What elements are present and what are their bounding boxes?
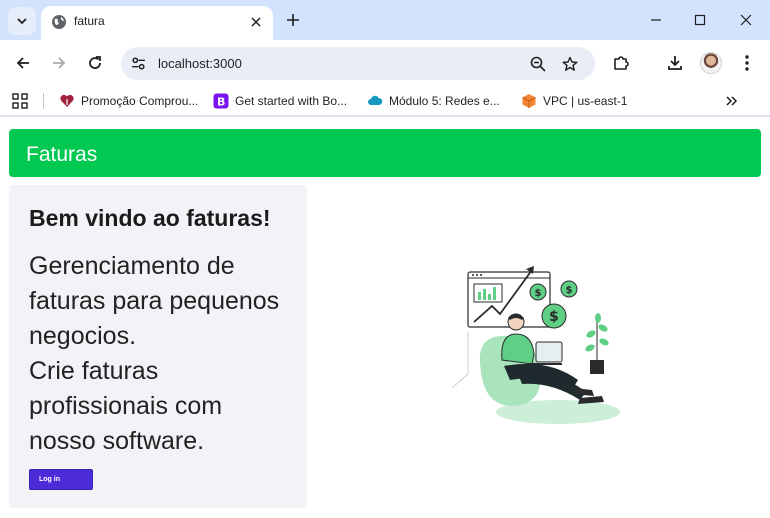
- apps-button[interactable]: [12, 92, 28, 110]
- svg-text:$: $: [535, 288, 542, 299]
- tab-close-button[interactable]: [247, 13, 265, 31]
- profile-avatar[interactable]: [700, 52, 722, 74]
- bookmark-item[interactable]: B Get started with Bo...: [213, 92, 347, 110]
- hero-illustration: $ $ $: [451, 266, 620, 424]
- bookmark-item[interactable]: VPC | us-east-1: [521, 92, 627, 110]
- url-text: localhost:3000: [158, 56, 242, 71]
- svg-text:B: B: [217, 96, 225, 109]
- site-info-icon: [132, 57, 145, 70]
- more-vertical-icon: [745, 55, 749, 71]
- svg-text:$: $: [549, 309, 559, 325]
- lead-line: profissionais com: [29, 392, 223, 420]
- plus-icon: [287, 14, 299, 26]
- heart-icon: [60, 94, 74, 107]
- zoom-out-icon: [530, 56, 546, 72]
- address-bar[interactable]: localhost:3000: [121, 47, 595, 80]
- bookmark-label: VPC | us-east-1: [543, 94, 628, 108]
- back-button[interactable]: [11, 51, 35, 75]
- login-button[interactable]: Log in: [29, 469, 93, 490]
- download-icon: [668, 56, 682, 70]
- chevron-down-icon: [17, 18, 27, 25]
- arrow-left-icon: [16, 57, 29, 69]
- arrow-right-icon: [53, 57, 66, 69]
- minimize-button[interactable]: [636, 5, 676, 35]
- browser-menu-button[interactable]: [735, 51, 759, 75]
- more-bookmarks-button[interactable]: [726, 92, 738, 110]
- reload-button[interactable]: [83, 51, 107, 75]
- aws-cube-icon: [522, 94, 536, 108]
- svg-text:$: $: [566, 285, 573, 296]
- chevron-double-right-icon: [726, 96, 738, 106]
- lead-line: faturas para pequenos: [29, 287, 280, 315]
- tab-title: fatura: [74, 14, 105, 28]
- forward-button[interactable]: [47, 51, 71, 75]
- downloads-button[interactable]: [663, 51, 687, 75]
- maximize-button[interactable]: [680, 5, 720, 35]
- bookmark-star-button[interactable]: [560, 54, 580, 74]
- puzzle-icon: [614, 56, 629, 70]
- browser-tab[interactable]: fatura: [41, 6, 273, 40]
- lead-line: Gerenciamento de: [29, 252, 235, 280]
- lead-line: nosso software.: [29, 427, 205, 455]
- bookmark-item[interactable]: Módulo 5: Redes e...: [367, 92, 500, 110]
- close-icon: [251, 17, 261, 27]
- bookmark-label: Módulo 5: Redes e...: [389, 94, 500, 108]
- bootstrap-icon: B: [213, 93, 229, 109]
- bookmark-item[interactable]: Promoção Comprou...: [59, 92, 198, 110]
- welcome-title: Bem vindo ao faturas!: [29, 205, 271, 231]
- app-navbar: Faturas: [9, 129, 761, 177]
- star-icon: [562, 56, 578, 71]
- tab-strip: fatura: [0, 0, 770, 40]
- bookmark-label: Get started with Bo...: [235, 94, 348, 108]
- globe-icon: [52, 15, 66, 29]
- tab-search-button[interactable]: [8, 7, 36, 35]
- bookmarks-bar: Promoção Comprou... B Get started with B…: [0, 86, 770, 116]
- maximize-icon: [694, 14, 706, 26]
- page-viewport: Faturas Bem vindo ao faturas! Gerenciame…: [0, 117, 770, 518]
- app-brand[interactable]: Faturas: [26, 143, 97, 167]
- close-window-button[interactable]: [726, 5, 766, 35]
- apps-grid-icon: [12, 93, 28, 109]
- new-tab-button[interactable]: [283, 10, 303, 30]
- cloud-icon: [368, 95, 383, 105]
- welcome-lead: Gerenciamento de faturas para pequenos n…: [29, 249, 299, 459]
- lead-line: negocios.: [29, 322, 137, 350]
- close-icon: [740, 14, 752, 26]
- bookmark-label: Promoção Comprou...: [81, 94, 199, 108]
- zoom-button[interactable]: [528, 54, 548, 74]
- browser-toolbar: localhost:3000: [0, 40, 770, 86]
- bookmarks-separator: [43, 93, 44, 109]
- extensions-button[interactable]: [609, 51, 633, 75]
- lead-line: Crie faturas: [29, 357, 159, 385]
- minimize-icon: [651, 19, 661, 21]
- welcome-card: Bem vindo ao faturas! Gerenciamento de f…: [9, 185, 307, 508]
- reload-icon: [89, 56, 101, 69]
